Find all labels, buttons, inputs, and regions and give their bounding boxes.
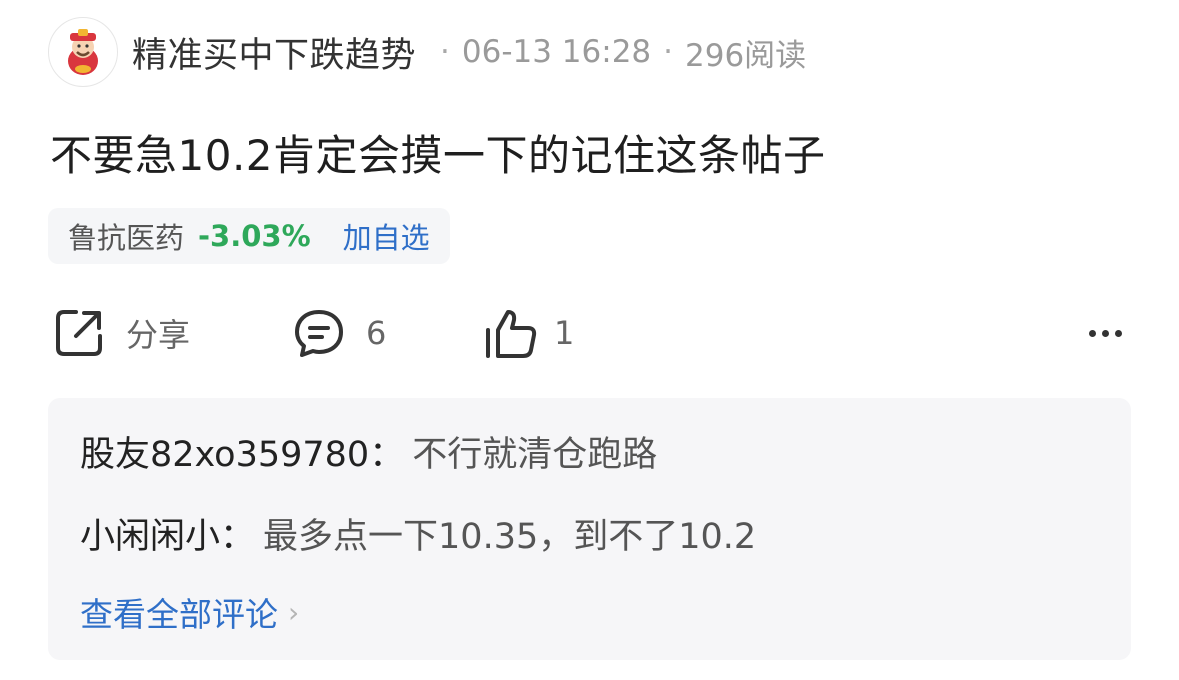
comment-text: 不行就清仓跑路 (412, 435, 658, 475)
view-all-comments-link[interactable]: 查看全部评论 › (80, 588, 299, 636)
like-button[interactable]: 1 (482, 306, 682, 360)
stock-name[interactable]: 鲁抗医药 (68, 215, 184, 257)
share-button[interactable]: 分享 (52, 306, 292, 360)
post-header: 精准买中下跌趋势 · 06-13 16:28 · 296阅读 (48, 16, 806, 88)
post-meta: · 06-13 16:28 · 296阅读 (428, 30, 806, 75)
add-to-watchlist-button[interactable]: 加自选 (343, 215, 430, 257)
meta-separator: · (440, 34, 450, 70)
comment-separator: ： (220, 517, 256, 557)
comment-user[interactable]: 股友82xo359780 (80, 435, 369, 475)
stock-change: -3.03% (198, 219, 311, 253)
chevron-right-icon: › (288, 595, 300, 629)
fortune-god-avatar-icon (68, 29, 98, 75)
comment-button[interactable]: 6 (292, 306, 482, 360)
share-icon (52, 306, 106, 360)
post-title[interactable]: 不要急10.2肯定会摸一下的记住这条帖子 (50, 122, 826, 183)
stock-tag[interactable]: 鲁抗医药 -3.03% 加自选 (48, 208, 450, 264)
comment-separator: ： (369, 435, 405, 475)
like-icon (482, 306, 540, 360)
comment-item[interactable]: 股友82xo359780： 不行就清仓跑路 (80, 426, 657, 477)
comment-user[interactable]: 小闲闲小 (80, 517, 220, 557)
more-icon (1089, 329, 1096, 337)
share-label: 分享 (126, 316, 191, 354)
post-time: 06-13 16:28 (461, 34, 652, 70)
more-icon (1102, 329, 1109, 337)
comment-item[interactable]: 小闲闲小： 最多点一下10.35，到不了10.2 (80, 508, 756, 559)
comment-text: 最多点一下10.35，到不了10.2 (263, 517, 757, 557)
meta-separator: · (663, 34, 674, 70)
more-options-button[interactable] (1083, 329, 1122, 337)
action-bar: 分享 6 1 (52, 300, 1132, 366)
author-avatar[interactable] (48, 17, 118, 87)
author-name[interactable]: 精准买中下跌趋势 (132, 27, 416, 78)
comment-icon (292, 306, 346, 360)
comment-preview-box: 股友82xo359780： 不行就清仓跑路 小闲闲小： 最多点一下10.35，到不了… (48, 398, 1131, 660)
view-all-label: 查看全部评论 (80, 595, 278, 634)
more-icon (1115, 329, 1122, 337)
comment-count: 6 (366, 314, 387, 352)
view-count: 296阅读 (685, 37, 807, 74)
like-count: 1 (554, 314, 575, 352)
